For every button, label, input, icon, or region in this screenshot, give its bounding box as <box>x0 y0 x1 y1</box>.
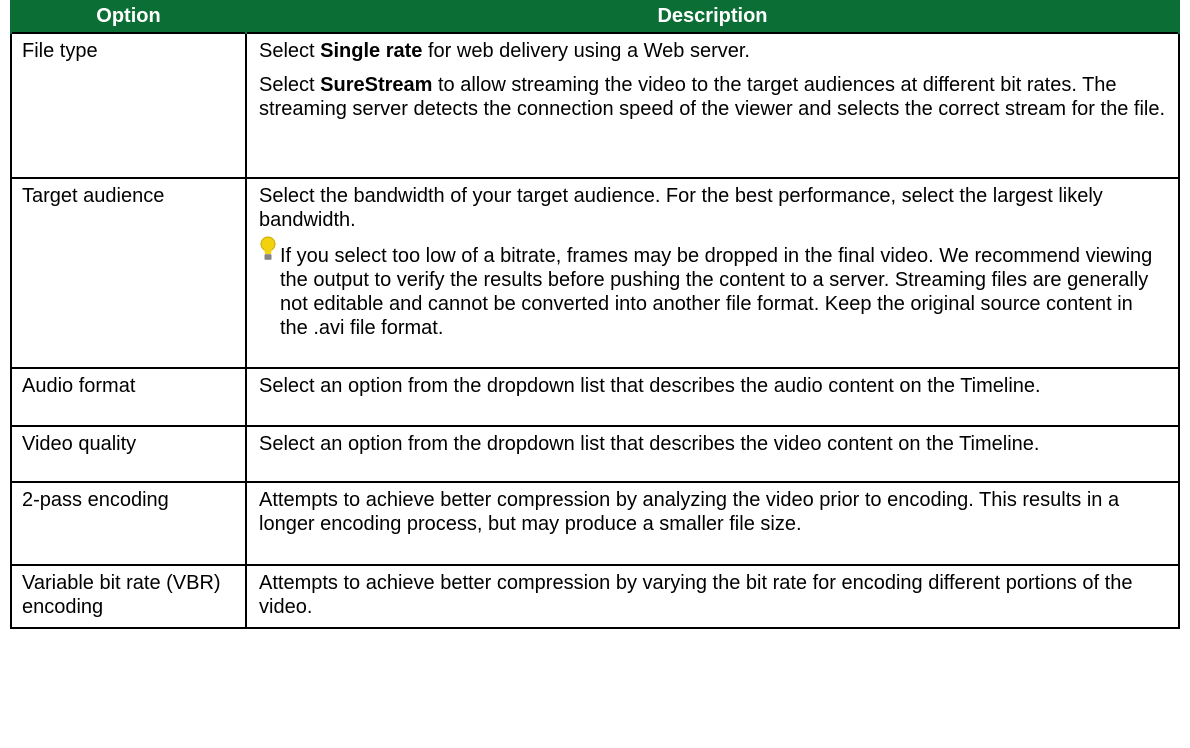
description-text: Select <box>259 74 321 96</box>
description-paragraph: Select the bandwidth of your target audi… <box>259 185 1103 231</box>
lightbulb-icon <box>259 236 277 264</box>
description-cell: Select an option from the dropdown list … <box>245 425 1180 483</box>
table-row: Variable bit rate (VBR) encoding Attempts… <box>10 564 1180 629</box>
tip-note: If you select too low of a bitrate, fram… <box>259 236 1166 340</box>
table-row: 2-pass encoding Attempts to achieve bette… <box>10 481 1180 566</box>
description-paragraph: Select an option from the dropdown list … <box>259 433 1040 455</box>
description-paragraph: Attempts to achieve better compression b… <box>259 489 1120 535</box>
tip-text: If you select too low of a bitrate, fram… <box>280 245 1153 339</box>
description-cell: Select Single rate for web delivery usin… <box>245 32 1180 179</box>
description-column-header: Description <box>245 0 1180 33</box>
description-text: Select <box>259 40 321 62</box>
description-bold-term: SureStream <box>320 74 433 96</box>
header-row: Option Description <box>10 0 1180 33</box>
table-row: Audio format Select an option from the dr… <box>10 367 1180 427</box>
description-paragraph: Select Single rate for web delivery usin… <box>259 39 1166 63</box>
option-cell: Video quality <box>10 425 247 483</box>
description-cell: Attempts to achieve better compression b… <box>245 481 1180 566</box>
description-cell: Attempts to achieve better compression b… <box>245 564 1180 629</box>
table-row: Video quality Select an option from the d… <box>10 425 1180 483</box>
option-cell: Audio format <box>10 367 247 427</box>
option-column-header: Option <box>10 0 247 33</box>
table-row: Target audience Select the bandwidth of y… <box>10 177 1180 369</box>
description-text: for web delivery using a Web server. <box>422 40 750 62</box>
option-cell: Variable bit rate (VBR) encoding <box>10 564 247 629</box>
option-cell: Target audience <box>10 177 247 369</box>
option-cell: File type <box>10 32 247 179</box>
option-cell: 2-pass encoding <box>10 481 247 566</box>
description-bold-term: Single rate <box>320 40 423 62</box>
description-paragraph: Select SureStream to allow streaming the… <box>259 73 1166 121</box>
description-cell: Select the bandwidth of your target audi… <box>245 177 1180 369</box>
description-paragraph: Attempts to achieve better compression b… <box>259 572 1133 618</box>
description-paragraph: Select an option from the dropdown list … <box>259 375 1041 397</box>
description-cell: Select an option from the dropdown list … <box>245 367 1180 427</box>
table-body: File type Select Single rate for web deli… <box>10 32 1180 629</box>
options-table: Option Description File type Select Singl… <box>10 0 1180 629</box>
table-row: File type Select Single rate for web deli… <box>10 32 1180 179</box>
